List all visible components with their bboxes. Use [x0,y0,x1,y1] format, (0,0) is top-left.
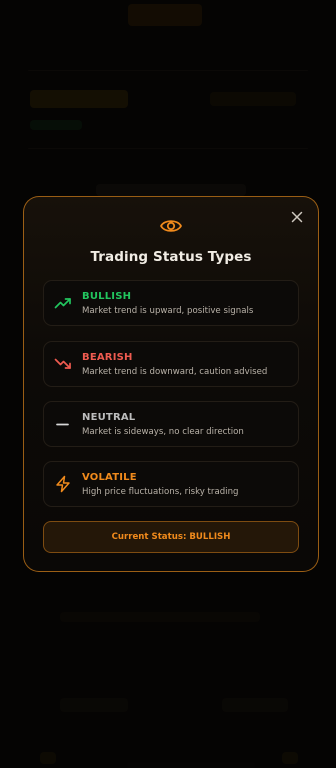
modal-title: Trading Status Types [90,249,252,265]
status-card-bearish[interactable]: BEARISH Market trend is downward, cautio… [43,341,299,387]
current-status-badge: Current Status: BULLISH [43,521,299,553]
status-name: BEARISH [82,352,133,363]
current-status-text: Current Status: BULLISH [111,532,231,542]
trending-up-icon [54,298,71,309]
trending-down-icon [54,358,71,369]
lightning-icon [56,475,70,493]
trading-status-modal: Trading Status Types BULLISH Market tren… [23,196,319,572]
status-description: Market trend is upward, positive signals [82,306,254,316]
status-card-neutral[interactable]: NEUTRAL Market is sideways, no clear dir… [43,401,299,447]
status-description: High price fluctuations, risky trading [82,487,239,497]
status-description: Market is sideways, no clear direction [82,427,244,437]
status-card-bullish[interactable]: BULLISH Market trend is upward, positive… [43,280,299,326]
minus-icon [56,423,69,426]
status-description: Market trend is downward, caution advise… [82,367,268,377]
status-card-volatile[interactable]: VOLATILE High price fluctuations, risky … [43,461,299,507]
status-name: NEUTRAL [82,412,136,423]
header-icon-wrap [24,216,318,240]
status-name: VOLATILE [82,472,137,483]
status-name: BULLISH [82,291,132,302]
eye-icon [160,220,182,232]
